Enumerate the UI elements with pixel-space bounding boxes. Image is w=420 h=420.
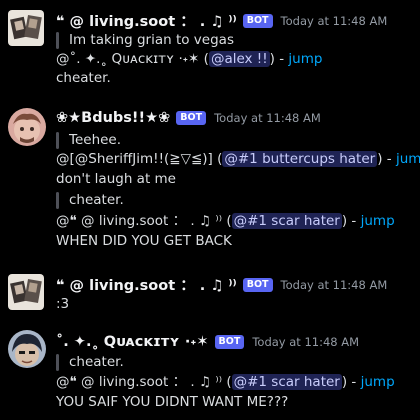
jump-sep: -: [347, 374, 361, 390]
reply-prefix: @[@SheriffJim!!(≧▽≦)] (: [56, 151, 223, 167]
blockquote-bar: [56, 354, 59, 371]
blockquote-text: Im taking grian to vegas: [69, 32, 234, 48]
reply-line: @❝ @ living.soot ： . ♫ ⁾⁾ (@#1 scar hate…: [56, 212, 395, 230]
message-body: :3: [56, 296, 70, 312]
bot-badge: BOT: [176, 111, 207, 125]
jump-sep: -: [274, 51, 289, 67]
blockquote-text: cheater.: [69, 192, 124, 208]
user-mention[interactable]: @#1 buttercups hater: [222, 151, 378, 167]
soot-avatar-icon[interactable]: [8, 10, 44, 46]
blockquote-bar: [56, 132, 59, 149]
reply-line: @˚. ✦.˳ Qᴜᴀᴄᴋɪᴛʏ ·˖✶ (@alex !!) - jump: [56, 50, 322, 68]
timestamp[interactable]: Today at 11:48 AM: [281, 278, 388, 292]
blockquote-text: cheater.: [69, 354, 124, 370]
message-body: WHEN DID YOU GET BACK: [56, 233, 232, 249]
username[interactable]: ❝ @ living.soot ： . ♫ ⁾⁾: [56, 274, 237, 295]
bdubs-avatar-icon[interactable]: [8, 108, 46, 146]
blockquote-text: Teehee.: [69, 132, 122, 148]
message-body: don't laugh at me: [56, 171, 176, 187]
blockquote-bar: [56, 32, 59, 49]
jump-link[interactable]: jump: [288, 51, 322, 67]
reply-prefix: @˚. ✦.˳ Qᴜᴀᴄᴋɪᴛʏ ·˖✶ (: [56, 51, 209, 67]
timestamp[interactable]: Today at 11:48 AM: [252, 335, 359, 349]
user-mention[interactable]: @#1 scar hater: [231, 213, 342, 229]
bot-badge: BOT: [242, 13, 273, 28]
username[interactable]: ˚. ✦.˳ Qᴜᴀᴄᴋɪᴛʏ ·˖✶: [56, 334, 209, 350]
reply-prefix: @❝ @ living.soot ： . ♫ ⁾⁾ (: [56, 374, 232, 390]
jump-link[interactable]: jump: [396, 151, 420, 167]
quackity-avatar-icon[interactable]: [8, 330, 46, 368]
message-body: cheater.: [56, 70, 111, 86]
jump-link[interactable]: jump: [361, 213, 395, 229]
username[interactable]: ❀★Bdubs!!★❀: [56, 110, 170, 126]
jump-link[interactable]: jump: [361, 374, 395, 390]
soot-avatar-icon[interactable]: [8, 274, 44, 310]
bot-badge: BOT: [214, 335, 245, 349]
user-mention[interactable]: @#1 scar hater: [231, 374, 342, 390]
blockquote-bar: [56, 192, 59, 209]
jump-sep: -: [382, 151, 396, 167]
user-mention[interactable]: @alex !!: [208, 51, 270, 67]
jump-sep: -: [347, 213, 361, 229]
reply-line: @[@SheriffJim!!(≧▽≦)] (@#1 buttercups ha…: [56, 150, 420, 168]
reply-line: @❝ @ living.soot ： . ♫ ⁾⁾ (@#1 scar hate…: [56, 373, 395, 391]
timestamp[interactable]: Today at 11:48 AM: [214, 111, 321, 125]
bot-badge: BOT: [242, 277, 273, 292]
message-body: YOU SAIF YOU DIDNT WANT ME???: [56, 394, 289, 410]
timestamp[interactable]: Today at 11:48 AM: [281, 14, 388, 28]
username[interactable]: ❝ @ living.soot ： . ♫ ⁾⁾: [56, 10, 237, 31]
reply-prefix: @❝ @ living.soot ： . ♫ ⁾⁾ (: [56, 213, 232, 229]
